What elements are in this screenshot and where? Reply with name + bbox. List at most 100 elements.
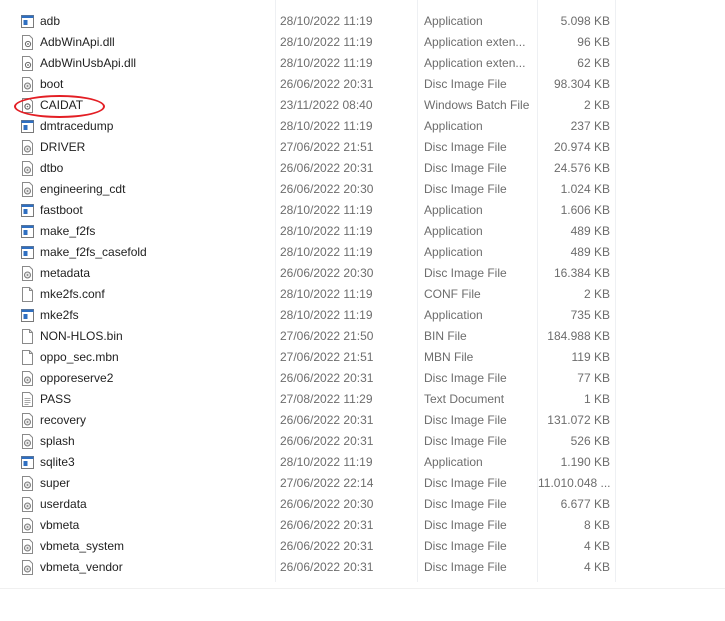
- file-size: 237 KB: [570, 119, 610, 133]
- file-row[interactable]: mke2fs 28/10/2022 11:19 Application 735 KB: [0, 305, 725, 326]
- file-name: splash: [40, 434, 75, 448]
- file-row[interactable]: PASS 27/08/2022 11:29 Text Document 1 KB: [0, 389, 725, 410]
- file-row[interactable]: boot 26/06/2022 20:31 Disc Image File 98.30…: [0, 74, 725, 95]
- file-type: CONF File: [424, 287, 481, 301]
- file-name: vbmeta_system: [40, 539, 125, 553]
- file-date-modified: 27/06/2022 21:51: [280, 350, 374, 364]
- file-date-modified: 26/06/2022 20:31: [280, 77, 374, 91]
- file-name: boot: [40, 77, 64, 91]
- file-date-modified: 28/10/2022 11:19: [280, 224, 373, 238]
- file-size: 489 KB: [570, 224, 610, 238]
- file-name: adb: [40, 14, 61, 28]
- file-row[interactable]: NON-HLOS.bin 27/06/2022 21:50 BIN File 184.…: [0, 326, 725, 347]
- file-row[interactable]: vbmeta_vendor 26/06/2022 20:31 Disc Image …: [0, 557, 725, 578]
- file-row[interactable]: dtbo 26/06/2022 20:31 Disc Image File 24.57…: [0, 158, 725, 179]
- file-name: userdata: [40, 497, 87, 511]
- disc-image-icon: [21, 410, 35, 431]
- file-row[interactable]: DRIVER 27/06/2022 21:51 Disc Image File 20.…: [0, 137, 725, 158]
- file-type: Application exten...: [424, 35, 526, 49]
- file-row[interactable]: CAIDAT 23/11/2022 08:40 Windows Batch File…: [0, 95, 725, 116]
- file-date-modified: 26/06/2022 20:31: [280, 518, 374, 532]
- file-date-modified: 28/10/2022 11:19: [280, 287, 373, 301]
- file-name: opporeserve2: [40, 371, 114, 385]
- application-icon: [21, 200, 35, 221]
- file-size: 2 KB: [583, 98, 610, 112]
- file-type: Disc Image File: [424, 371, 507, 385]
- file-date-modified: 26/06/2022 20:31: [280, 371, 374, 385]
- disc-image-icon: [21, 557, 35, 578]
- file-type: Disc Image File: [424, 434, 507, 448]
- file-size: 1.024 KB: [560, 182, 610, 196]
- file-type: Disc Image File: [424, 161, 507, 175]
- file-date-modified: 27/06/2022 21:50: [280, 329, 374, 343]
- file-type: Disc Image File: [424, 266, 507, 280]
- file-size: 62 KB: [577, 56, 610, 70]
- file-date-modified: 27/06/2022 21:51: [280, 140, 374, 154]
- file-date-modified: 27/06/2022 22:14: [280, 476, 374, 490]
- file-row[interactable]: super 27/06/2022 22:14 Disc Image File 11.0…: [0, 473, 725, 494]
- file-row[interactable]: recovery 26/06/2022 20:31 Disc Image File 1…: [0, 410, 725, 431]
- file-date-modified: 28/10/2022 11:19: [280, 455, 373, 469]
- file-size: 1.606 KB: [560, 203, 610, 217]
- file-row[interactable]: splash 26/06/2022 20:31 Disc Image File 526…: [0, 431, 725, 452]
- file-type: Application: [424, 245, 483, 259]
- file-row[interactable]: sqlite3 28/10/2022 11:19 Application 1.190 …: [0, 452, 725, 473]
- file-name: CAIDAT: [40, 98, 84, 112]
- file-type: Disc Image File: [424, 560, 507, 574]
- dll-icon: [21, 32, 35, 53]
- file-size: 98.304 KB: [553, 77, 610, 91]
- file-date-modified: 28/10/2022 11:19: [280, 308, 373, 322]
- file-size: 4 KB: [583, 560, 610, 574]
- file-date-modified: 26/06/2022 20:31: [280, 434, 374, 448]
- file-date-modified: 26/06/2022 20:31: [280, 161, 374, 175]
- file-row[interactable]: AdbWinUsbApi.dll 28/10/2022 11:19 Applicat…: [0, 53, 725, 74]
- file-type: Application: [424, 455, 483, 469]
- file-name: super: [40, 476, 71, 490]
- file-type: Application exten...: [424, 56, 526, 70]
- file-row[interactable]: oppo_sec.mbn 27/06/2022 21:51 MBN File 119 …: [0, 347, 725, 368]
- disc-image-icon: [21, 473, 35, 494]
- file-name: fastboot: [40, 203, 83, 217]
- file-size: 16.384 KB: [553, 266, 610, 280]
- file-type: Disc Image File: [424, 539, 507, 553]
- file-size: 4 KB: [583, 539, 610, 553]
- file-row[interactable]: mke2fs.conf 28/10/2022 11:19 CONF File 2 KB: [0, 284, 725, 305]
- file-date-modified: 26/06/2022 20:30: [280, 182, 374, 196]
- file-type: Application: [424, 224, 483, 238]
- file-type: Application: [424, 119, 483, 133]
- file-type: Application: [424, 14, 483, 28]
- application-icon: [21, 305, 35, 326]
- file-row[interactable]: engineering_cdt 26/06/2022 20:30 Disc Imag…: [0, 179, 725, 200]
- file-date-modified: 26/06/2022 20:31: [280, 539, 374, 553]
- file-row[interactable]: vbmeta_system 26/06/2022 20:31 Disc Image …: [0, 536, 725, 557]
- file-name: recovery: [40, 413, 87, 427]
- disc-image-icon: [21, 494, 35, 515]
- file-row[interactable]: adb 28/10/2022 11:19 Application 5.098 KB: [0, 11, 725, 32]
- blank-file-icon: [21, 326, 35, 347]
- file-row[interactable]: dmtracedump 28/10/2022 11:19 Application 23…: [0, 116, 725, 137]
- file-row[interactable]: userdata 26/06/2022 20:30 Disc Image File 6…: [0, 494, 725, 515]
- file-name: dtbo: [40, 161, 64, 175]
- file-row[interactable]: make_f2fs_casefold 28/10/2022 11:19 Applic…: [0, 242, 725, 263]
- file-row[interactable]: make_f2fs 28/10/2022 11:19 Application 489 …: [0, 221, 725, 242]
- list-bottom-divider: [0, 588, 725, 589]
- file-size: 8 KB: [583, 518, 610, 532]
- file-name: make_f2fs_casefold: [40, 245, 147, 259]
- file-type: Disc Image File: [424, 413, 507, 427]
- file-row[interactable]: vbmeta 26/06/2022 20:31 Disc Image File 8 K…: [0, 515, 725, 536]
- file-type: Disc Image File: [424, 77, 507, 91]
- file-size: 11.010.048 ...: [538, 476, 610, 490]
- file-row[interactable]: fastboot 28/10/2022 11:19 Application 1.606…: [0, 200, 725, 221]
- file-row[interactable]: AdbWinApi.dll 28/10/2022 11:19 Application…: [0, 32, 725, 53]
- file-row[interactable]: metadata 26/06/2022 20:30 Disc Image File 1…: [0, 263, 725, 284]
- file-date-modified: 27/08/2022 11:29: [280, 392, 373, 406]
- file-type: Disc Image File: [424, 476, 507, 490]
- file-row[interactable]: opporeserve2 26/06/2022 20:31 Disc Image F…: [0, 368, 725, 389]
- file-date-modified: 26/06/2022 20:30: [280, 497, 374, 511]
- file-name: NON-HLOS.bin: [40, 329, 123, 343]
- file-name: metadata: [40, 266, 91, 280]
- file-size: 184.988 KB: [547, 329, 610, 343]
- disc-image-icon: [21, 431, 35, 452]
- file-date-modified: 23/11/2022 08:40: [280, 98, 373, 112]
- file-size: 735 KB: [570, 308, 610, 322]
